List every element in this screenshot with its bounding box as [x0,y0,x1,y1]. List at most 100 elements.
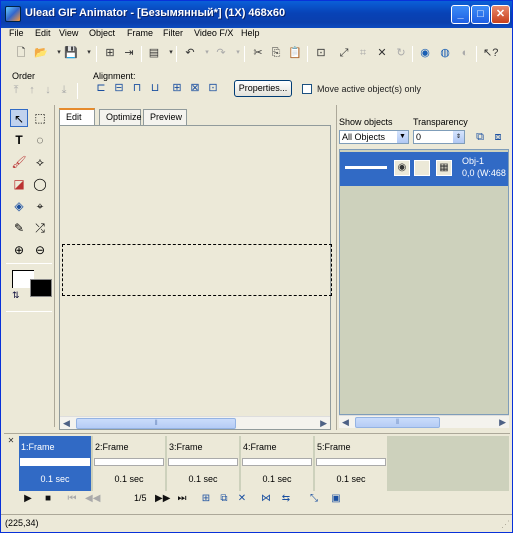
frame-thumb[interactable]: 4:Frame 0.1 sec [241,436,313,491]
duplicate-object-icon[interactable]: ⧉ [473,130,487,144]
pick-tool-icon[interactable]: ↖ [10,109,28,127]
scroll-left-icon[interactable]: ◀ [63,418,70,429]
move-active-checkbox[interactable] [302,84,312,94]
align-left-icon[interactable]: ⊏ [94,81,108,95]
frame-thumb[interactable]: 2:Frame 0.1 sec [93,436,165,491]
scroll-left-icon[interactable]: ◀ [342,417,349,428]
scroll-right-icon[interactable]: ▶ [320,418,327,429]
align-bottom-icon[interactable]: ⊔ [148,81,162,95]
transparency-input[interactable]: 0 ⇕ [413,130,465,144]
menu-edit[interactable]: Edit [35,28,51,38]
path-tool-icon[interactable]: ⤮ [31,219,49,237]
close-button[interactable]: ✕ [491,5,510,24]
color-object-icon[interactable]: ▦ [436,160,452,176]
transform-tool-icon[interactable]: ⌖ [31,197,49,215]
menu-help[interactable]: Help [241,28,260,38]
align-top-icon[interactable]: ⊓ [130,81,144,95]
resize-grip-icon[interactable]: ⋰ [501,519,510,530]
reverse-frames-icon[interactable]: ⇆ [279,492,293,506]
title-bar[interactable]: Ulead GIF Animator - [Безымянный*] (1X) … [1,1,512,28]
scroll-thumb[interactable]: ⦀ [355,417,440,428]
swap-colors-icon[interactable]: ⇅ [12,290,20,301]
show-objects-select[interactable]: All Objects ▼ [339,130,409,144]
zoom-out-icon[interactable]: ⊖ [31,241,49,259]
save-dropdown-icon[interactable]: ▾ [82,46,96,60]
fill-tool-icon[interactable]: ◈ [10,197,28,215]
align-center-h-icon[interactable]: ⊟ [112,81,126,95]
menu-video-fx[interactable]: Video F/X [194,28,233,38]
scroll-right-icon[interactable]: ▶ [499,417,506,428]
marquee-tool-icon[interactable]: ⬚ [31,109,49,127]
tab-preview[interactable]: Preview [143,109,187,125]
frame-panel-close-icon[interactable]: ✕ [4,434,18,448]
edit-canvas-area[interactable]: ◀ ⦀ ▶ [59,125,332,430]
stop-icon[interactable]: ■ [41,492,55,506]
app-icon[interactable] [5,6,21,22]
resize-icon[interactable]: ⤢ [337,46,351,60]
frame-properties-icon[interactable]: ⤡ [307,492,321,506]
background-color-swatch[interactable] [30,279,52,297]
new-icon[interactable]: 🗋 [14,46,28,60]
delete-frame-icon[interactable]: ✕ [235,492,249,506]
chevron-down-icon[interactable]: ▼ [397,131,408,143]
add-image-icon[interactable]: ⊞ [103,46,117,60]
next-frame-icon[interactable]: ▶▶ [155,492,170,506]
cut-icon[interactable]: ✂ [251,46,265,60]
menu-view[interactable]: View [59,28,78,38]
minimize-button[interactable]: _ [451,5,470,24]
crop-icon[interactable]: ⌗ [356,46,370,60]
lasso-tool-icon[interactable]: ◌ [31,131,49,149]
menu-object[interactable]: Object [89,28,115,38]
eye-icon[interactable]: ◉ [394,160,410,176]
send-backward-icon[interactable]: ↓ [41,83,55,97]
internet-icon[interactable]: ◉ [418,46,432,60]
frame-thumb[interactable]: 3:Frame 0.1 sec [167,436,239,491]
object-list-scrollbar[interactable]: ◀ ⦀ ▶ [339,415,509,428]
first-frame-icon[interactable]: ⏮ [65,492,79,506]
copy-icon[interactable]: ⎘ [269,46,283,60]
undo-dropdown-icon[interactable]: ▾ [200,46,214,60]
preview-browser-icon[interactable]: ◐ [458,46,472,60]
freehand-select-icon[interactable]: ◯ [31,175,49,193]
object-list[interactable]: ◉ ▦ Obj-1 0,0 (W:468 [339,149,509,415]
rotate-icon[interactable]: ↻ [394,46,408,60]
eyedropper-tool-icon[interactable]: ✎ [10,219,28,237]
eraser-tool-icon[interactable]: ◪ [10,175,28,193]
spin-icon[interactable]: ⇕ [453,131,464,143]
maximize-button[interactable]: □ [471,5,490,24]
tween-icon[interactable]: ⋈ [259,492,273,506]
align-middle-icon[interactable]: ⊠ [188,81,202,95]
frame-thumb[interactable]: 5:Frame 0.1 sec [315,436,387,491]
align-center-icon[interactable]: ⊞ [170,81,184,95]
horizontal-scrollbar[interactable]: ◀ ⦀ ▶ [60,416,330,429]
frame-thumb[interactable]: 1:Frame 0.1 sec [19,436,91,491]
text-tool-icon[interactable]: T [10,131,28,149]
object-properties-icon[interactable]: ⧈ [491,130,505,144]
help-pointer-icon[interactable]: ↖? [483,46,498,60]
previous-frame-icon[interactable]: ◀◀ [85,492,100,506]
redo-icon[interactable]: ↷ [214,46,228,60]
import-icon[interactable]: ⇥ [122,46,136,60]
magic-wand-tool-icon[interactable]: ⟡ [31,153,49,171]
last-frame-icon[interactable]: ⏭ [175,492,189,506]
properties-button[interactable]: Properties... [234,80,292,97]
banner-text-icon[interactable]: ⊡ [314,46,328,60]
zoom-in-icon[interactable]: ⊕ [10,241,28,259]
frame-panel-options-icon[interactable]: ▣ [329,492,343,506]
tab-edit[interactable]: Edit [59,108,95,125]
align-right-icon[interactable]: ⊡ [206,81,220,95]
fit-icon[interactable]: ✕ [375,46,389,60]
menu-frame[interactable]: Frame [127,28,153,38]
tab-optimize[interactable]: Optimize [99,109,142,125]
duplicate-frame-icon[interactable]: ⧉ [217,492,231,506]
bring-to-front-icon[interactable]: ⤒ [9,83,23,97]
redo-dropdown-icon[interactable]: ▾ [231,46,245,60]
web-export-icon[interactable]: ◍ [438,46,452,60]
lock-icon[interactable] [414,160,430,176]
save-icon[interactable]: 💾 [64,46,78,60]
add-frame-icon[interactable]: ▤ [147,46,161,60]
bring-forward-icon[interactable]: ↑ [25,83,39,97]
list-item[interactable]: ◉ ▦ Obj-1 0,0 (W:468 [340,152,508,186]
undo-icon[interactable]: ↶ [183,46,197,60]
send-to-back-icon[interactable]: ⤓ [57,83,71,97]
